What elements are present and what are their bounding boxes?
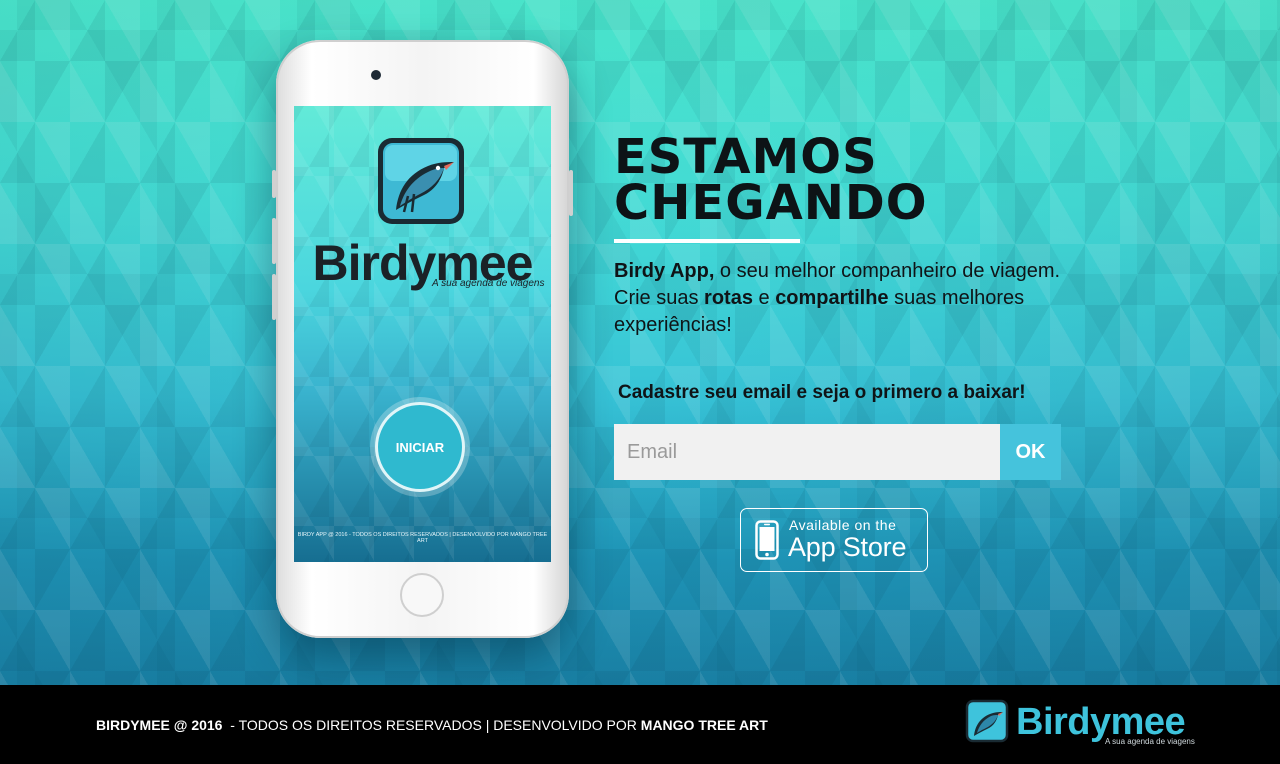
phone-camera xyxy=(371,70,381,80)
ok-button[interactable]: OK xyxy=(1000,424,1061,480)
app-store-line-1: Available on the xyxy=(789,517,897,533)
iniciar-button: INICIAR xyxy=(375,402,465,492)
footer-logo-tagline: A sua agenda de viagens xyxy=(1105,737,1195,746)
phone-mute-switch xyxy=(272,170,276,198)
bird-logo-icon xyxy=(965,699,1009,743)
footer-author[interactable]: MANGO TREE ART xyxy=(641,717,768,733)
email-input[interactable] xyxy=(614,424,1000,480)
intro-compartilhe: compartilhe xyxy=(775,287,889,309)
footer-rights: - TODOS OS DIREITOS RESERVADOS | DESENVO… xyxy=(222,717,641,733)
hero-section: Birdymee A sua agenda de viagens INICIAR… xyxy=(0,0,1280,685)
phone-volume-up xyxy=(272,218,276,264)
phone-credit: BIRDY APP @ 2016 - TODOS OS DIREITOS RES… xyxy=(297,532,548,544)
iphone-icon xyxy=(755,520,779,560)
headline-divider xyxy=(614,239,800,243)
phone-mockup: Birdymee A sua agenda de viagens INICIAR… xyxy=(272,40,573,638)
bird-app-icon xyxy=(378,138,464,224)
footer-legal: BIRDYMEE @ 2016 - TODOS OS DIREITOS RESE… xyxy=(96,717,768,733)
phone-brand-tagline: A sua agenda de viagens xyxy=(432,278,545,289)
headline-line-1: ESTAMOS xyxy=(614,129,878,185)
phone-home-button xyxy=(400,573,444,617)
intro-text: Birdy App, o seu melhor companheiro de v… xyxy=(614,258,1074,339)
phone-screen: Birdymee A sua agenda de viagens INICIAR… xyxy=(294,106,551,562)
phone-power-button xyxy=(569,170,573,216)
app-store-badge[interactable]: Available on the App Store xyxy=(740,508,928,572)
intro-part-4: e xyxy=(752,287,776,309)
footer: BIRDYMEE @ 2016 - TODOS OS DIREITOS RESE… xyxy=(0,685,1280,764)
page-headline: ESTAMOS CHEGANDO xyxy=(614,129,928,231)
signup-cta: Cadastre seu email e seja o primero a ba… xyxy=(618,382,1026,403)
phone-volume-down xyxy=(272,274,276,320)
headline-line-2: CHEGANDO xyxy=(614,175,928,231)
intro-app-name: Birdy App, xyxy=(614,260,715,282)
background-shade xyxy=(0,0,1280,685)
signup-form: OK xyxy=(614,424,1061,480)
intro-rotas: rotas xyxy=(704,287,753,309)
app-store-line-2: App Store xyxy=(788,532,907,562)
footer-brand-year: BIRDYMEE @ 2016 xyxy=(96,717,223,733)
